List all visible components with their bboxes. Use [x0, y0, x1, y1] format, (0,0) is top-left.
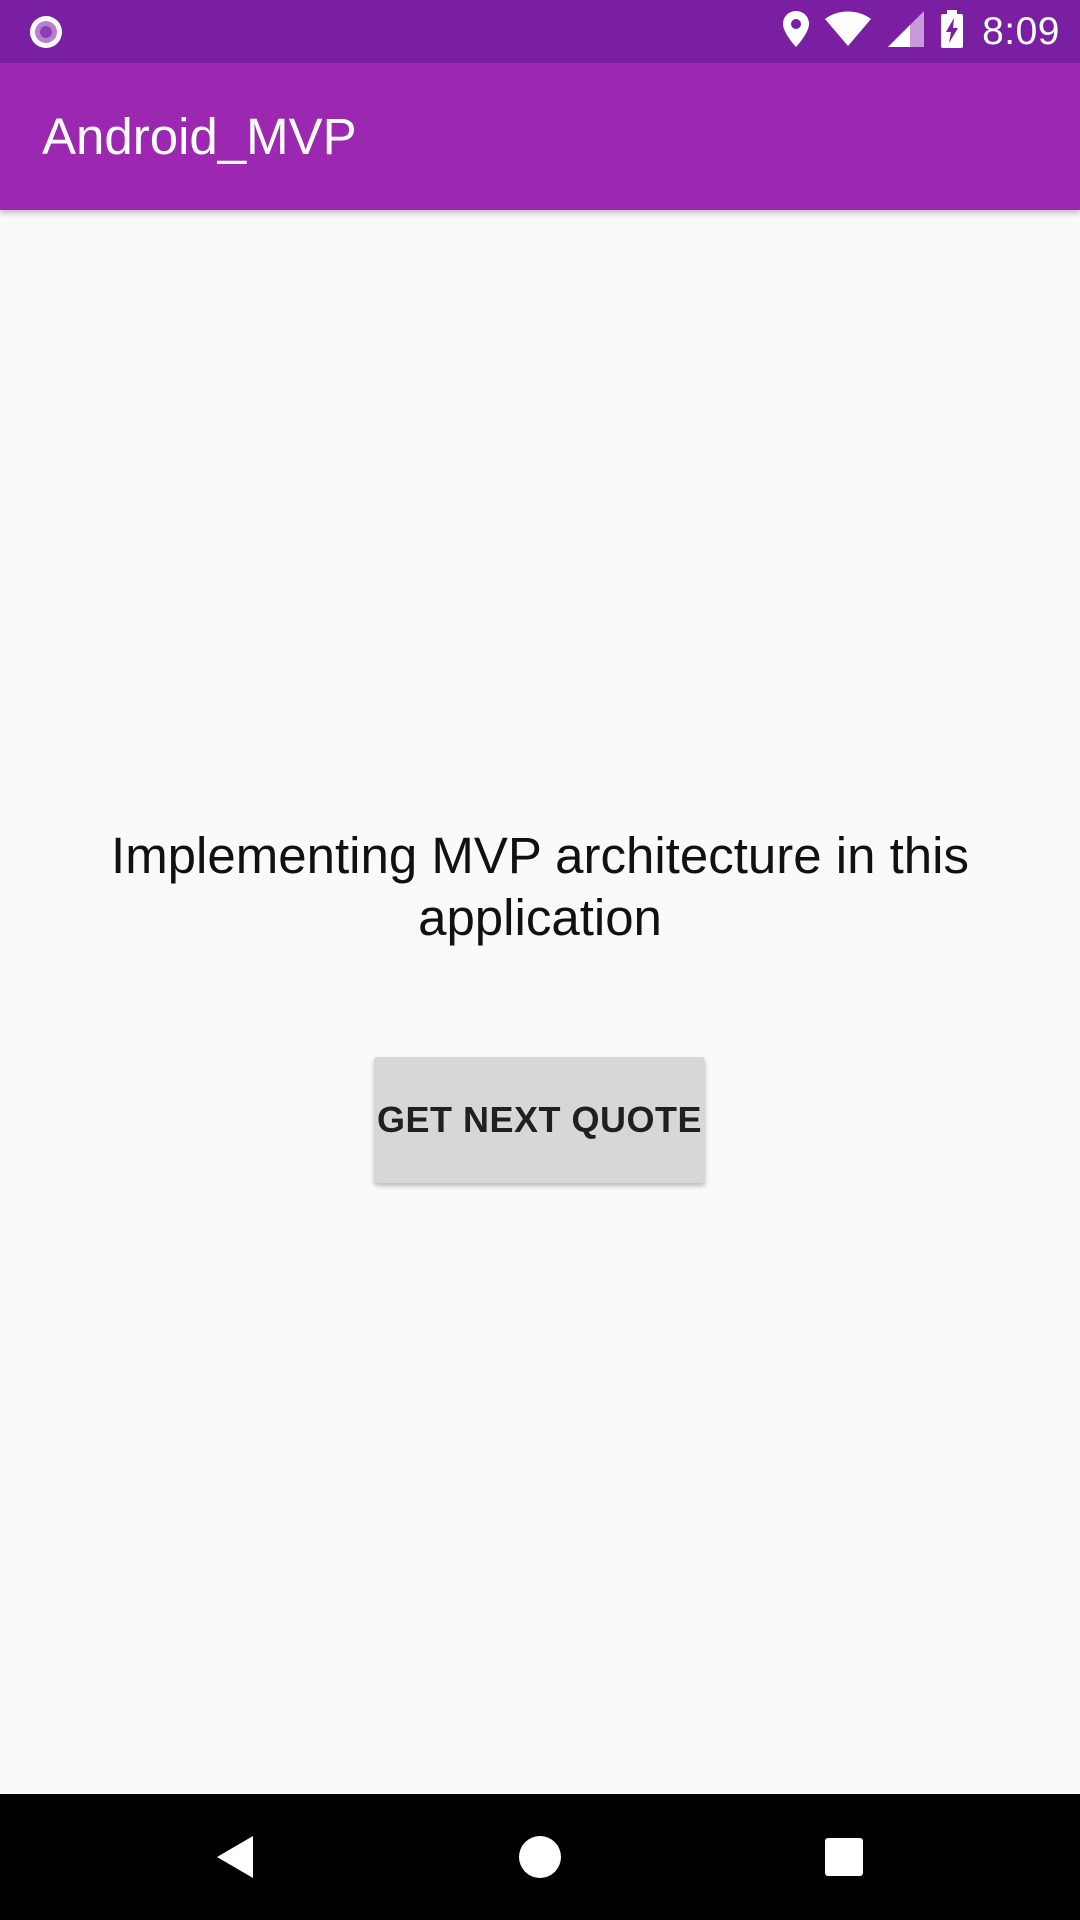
status-bar: 8:09 — [0, 0, 1080, 63]
battery-charging-icon — [940, 10, 964, 53]
back-icon[interactable] — [202, 1824, 268, 1890]
app-bar: Android_MVP — [0, 63, 1080, 210]
app-title: Android_MVP — [42, 108, 357, 165]
signal-icon — [886, 10, 926, 53]
status-time: 8:09 — [982, 9, 1060, 53]
quote-text: Implementing MVP architecture in this ap… — [111, 827, 969, 946]
main-content: Implementing MVP architecture in this ap… — [0, 210, 1080, 1794]
wifi-icon — [824, 11, 872, 52]
navigation-bar — [0, 1794, 1080, 1920]
get-next-quote-button[interactable]: GET NEXT QUOTE — [374, 1057, 705, 1183]
location-icon — [782, 10, 810, 53]
status-icons: 8:09 — [782, 0, 1060, 63]
home-icon[interactable] — [507, 1824, 573, 1890]
recents-icon[interactable] — [811, 1824, 877, 1890]
notification-dot-icon — [28, 14, 64, 50]
